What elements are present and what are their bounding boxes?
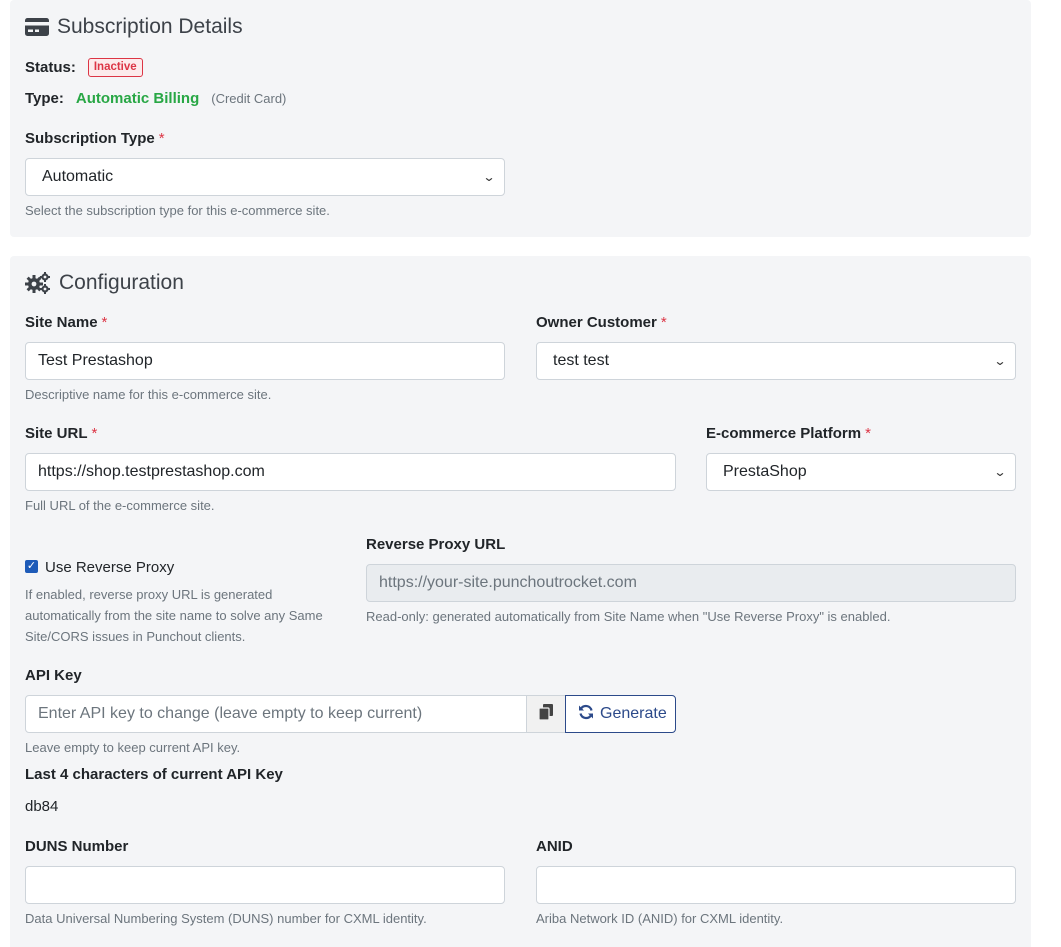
site-name-label: Site Name *: [25, 314, 108, 331]
subscription-type-label: Subscription Type *: [25, 130, 165, 147]
api-key-help: Leave empty to keep current API key.: [25, 740, 241, 755]
anid-label: ANID: [536, 838, 573, 855]
subscription-title: Subscription Details: [25, 15, 243, 39]
configuration-title: Configuration: [25, 271, 184, 295]
reverse-proxy-url-label: Reverse Proxy URL: [366, 536, 506, 553]
type-row: Type: Automatic Billing (Credit Card): [25, 90, 286, 107]
subscription-title-text: Subscription Details: [57, 15, 243, 38]
platform-value: PrestaShop: [723, 463, 807, 480]
copy-api-key-button[interactable]: [526, 695, 566, 733]
status-row: Status: Inactive: [25, 58, 143, 77]
anid-help: Ariba Network ID (ANID) for CXML identit…: [536, 911, 784, 926]
platform-label: E-commerce Platform *: [706, 425, 871, 442]
type-label: Type:: [25, 90, 64, 107]
last4-label: Last 4 characters of current API Key: [25, 766, 283, 783]
generate-label: Generate: [600, 705, 667, 722]
site-name-input[interactable]: Test Prestashop: [25, 342, 505, 380]
type-note: (Credit Card): [211, 91, 287, 106]
site-url-label: Site URL *: [25, 425, 98, 442]
site-name-value: Test Prestashop: [38, 352, 153, 369]
reverse-proxy-url-placeholder: https://your-site.punchoutrocket.com: [379, 574, 637, 591]
site-name-help: Descriptive name for this e-commerce sit…: [25, 387, 272, 402]
last4-value: db84: [25, 798, 59, 815]
owner-customer-select[interactable]: test test ⌄: [536, 342, 1016, 380]
chevron-down-icon: ⌄: [482, 170, 496, 184]
gears-icon: [25, 272, 51, 294]
reverse-proxy-help: If enabled, reverse proxy URL is generat…: [25, 587, 323, 644]
owner-customer-value: test test: [553, 352, 610, 369]
check-icon: ✓: [26, 560, 37, 572]
type-value: Automatic Billing: [75, 90, 200, 107]
use-reverse-proxy-checkbox[interactable]: ✓: [25, 560, 38, 573]
chevron-down-icon: ⌄: [993, 354, 1007, 368]
api-key-placeholder: Enter API key to change (leave empty to …: [38, 705, 423, 722]
use-reverse-proxy-label[interactable]: Use Reverse Proxy: [45, 559, 174, 576]
site-url-help: Full URL of the e-commerce site.: [25, 498, 215, 513]
anid-input[interactable]: [536, 866, 1016, 904]
platform-select[interactable]: PrestaShop ⌄: [706, 453, 1016, 491]
chevron-down-icon: ⌄: [993, 465, 1007, 479]
generate-api-key-button[interactable]: Generate: [565, 695, 676, 733]
credit-card-icon: [25, 17, 49, 37]
subscription-type-value: Automatic: [42, 168, 114, 185]
duns-input[interactable]: [25, 866, 505, 904]
configuration-title-text: Configuration: [59, 271, 184, 294]
subscription-type-select[interactable]: Automatic ⌄: [25, 158, 505, 196]
api-key-input[interactable]: Enter API key to change (leave empty to …: [25, 695, 527, 733]
api-key-label: API Key: [25, 667, 82, 684]
copy-icon: [538, 704, 553, 724]
site-url-input[interactable]: https://shop.testprestashop.com: [25, 453, 676, 491]
duns-help: Data Universal Numbering System (DUNS) n…: [25, 911, 427, 926]
subscription-type-help: Select the subscription type for this e-…: [25, 203, 330, 218]
status-label: Status:: [25, 59, 76, 76]
site-url-value: https://shop.testprestashop.com: [38, 463, 265, 480]
refresh-icon: [578, 704, 594, 725]
status-badge: Inactive: [87, 58, 143, 77]
reverse-proxy-url-help: Read-only: generated automatically from …: [366, 609, 891, 624]
reverse-proxy-url-input: https://your-site.punchoutrocket.com: [366, 564, 1016, 602]
duns-label: DUNS Number: [25, 838, 129, 855]
owner-customer-label: Owner Customer *: [536, 314, 667, 331]
